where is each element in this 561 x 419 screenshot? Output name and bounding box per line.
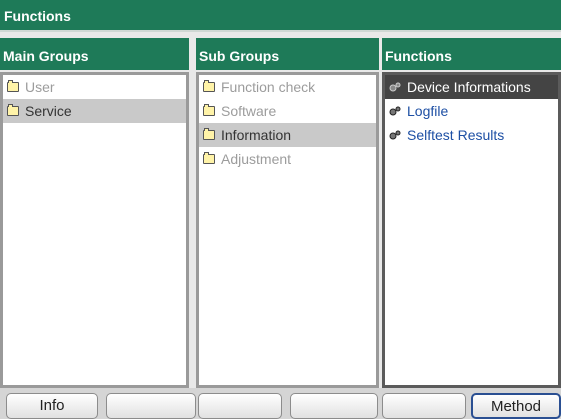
sub-group-item-software[interactable]: Software <box>199 99 376 123</box>
sub-groups-column: Sub Groups Function check Software Infor… <box>196 38 379 388</box>
sub-groups-header: Sub Groups <box>196 38 379 70</box>
main-groups-header: Main Groups <box>0 38 189 70</box>
gear-icon <box>389 82 401 92</box>
window-title-bar: Functions <box>0 0 561 32</box>
gear-icon <box>389 130 401 140</box>
folder-icon <box>7 80 19 92</box>
folder-open-icon <box>203 128 215 140</box>
main-group-item-service[interactable]: Service <box>3 99 186 123</box>
sub-group-item-information[interactable]: Information <box>199 123 376 147</box>
functions-column: Functions Device Informations Logfile Se… <box>379 38 561 388</box>
sub-groups-list: Function check Software Information Adju… <box>196 72 379 388</box>
softkey-2-button[interactable] <box>106 393 196 419</box>
function-item-device-informations[interactable]: Device Informations <box>385 75 558 99</box>
main-group-item-user[interactable]: User <box>3 75 186 99</box>
method-button[interactable]: Method <box>471 393 561 419</box>
softkey-bar: Info Method <box>0 388 561 419</box>
functions-header: Functions <box>382 38 561 70</box>
function-item-logfile[interactable]: Logfile <box>385 99 558 123</box>
folder-icon <box>203 152 215 164</box>
gear-icon <box>389 106 401 116</box>
sub-group-item-adjustment[interactable]: Adjustment <box>199 147 376 171</box>
folder-icon <box>203 80 215 92</box>
softkey-3-button[interactable] <box>198 393 282 419</box>
softkey-4-button[interactable] <box>290 393 378 419</box>
main-groups-list: User Service <box>0 72 189 388</box>
folder-open-icon <box>7 104 19 116</box>
functions-list: Device Informations Logfile Selftest Res… <box>382 72 561 388</box>
function-item-selftest-results[interactable]: Selftest Results <box>385 123 558 147</box>
folder-icon <box>203 104 215 116</box>
window-title: Functions <box>4 8 71 24</box>
info-button[interactable]: Info <box>6 393 98 419</box>
softkey-5-button[interactable] <box>382 393 466 419</box>
sub-group-item-function-check[interactable]: Function check <box>199 75 376 99</box>
main-groups-column: Main Groups User Service <box>0 38 189 388</box>
